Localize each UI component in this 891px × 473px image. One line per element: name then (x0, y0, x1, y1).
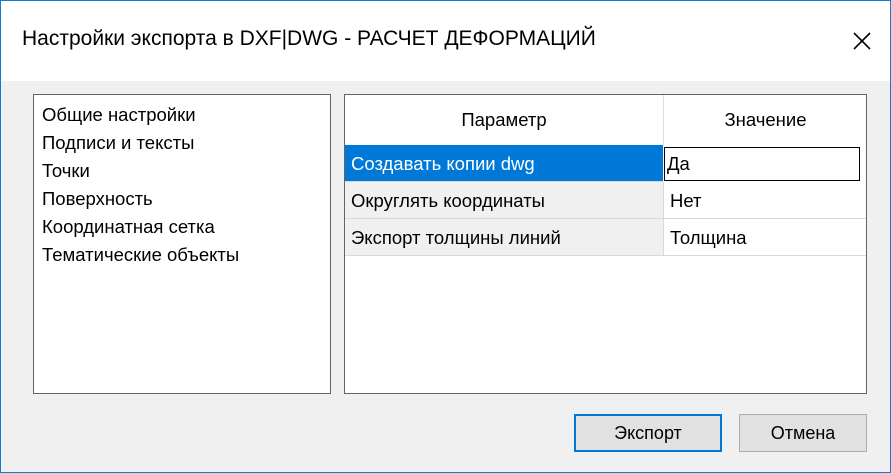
close-button[interactable] (834, 1, 890, 81)
settings-category-list[interactable]: Общие настройки Подписи и тексты Точки П… (33, 94, 331, 394)
grid-cell-value[interactable]: Нет (663, 182, 866, 219)
window-title: Настройки экспорта в DXF|DWG - РАСЧЕТ ДЕ… (22, 27, 596, 50)
parameters-grid: Параметр Значение Создавать копии dwg Да… (344, 94, 867, 394)
column-header-parameter[interactable]: Параметр (345, 95, 663, 145)
nav-item-coordinate-grid[interactable]: Координатная сетка (34, 213, 330, 241)
grid-row[interactable]: Округлять координаты Нет (345, 182, 866, 219)
nav-item-surface[interactable]: Поверхность (34, 185, 330, 213)
cancel-button[interactable]: Отмена (739, 414, 867, 452)
grid-cell-param[interactable]: Создавать копии dwg (345, 145, 663, 182)
grid-cell-value[interactable]: Толщина (663, 219, 866, 256)
nav-item-points[interactable]: Точки (34, 157, 330, 185)
grid-cell-param[interactable]: Экспорт толщины линий (345, 219, 663, 256)
export-button[interactable]: Экспорт (574, 414, 722, 452)
nav-item-general-settings[interactable]: Общие настройки (34, 101, 330, 129)
grid-row[interactable]: Создавать копии dwg Да (345, 145, 866, 182)
grid-row[interactable]: Экспорт толщины линий Толщина (345, 219, 866, 256)
title-bar: Настройки экспорта в DXF|DWG - РАСЧЕТ ДЕ… (1, 1, 890, 81)
grid-cell-value-editor[interactable]: Да (664, 147, 860, 181)
export-settings-dialog: Настройки экспорта в DXF|DWG - РАСЧЕТ ДЕ… (0, 0, 891, 473)
nav-item-labels-and-texts[interactable]: Подписи и тексты (34, 129, 330, 157)
column-header-value[interactable]: Значение (663, 95, 866, 145)
close-icon (852, 31, 872, 51)
grid-header: Параметр Значение (345, 95, 866, 145)
grid-cell-param[interactable]: Округлять координаты (345, 182, 663, 219)
nav-item-thematic-objects[interactable]: Тематические объекты (34, 241, 330, 269)
